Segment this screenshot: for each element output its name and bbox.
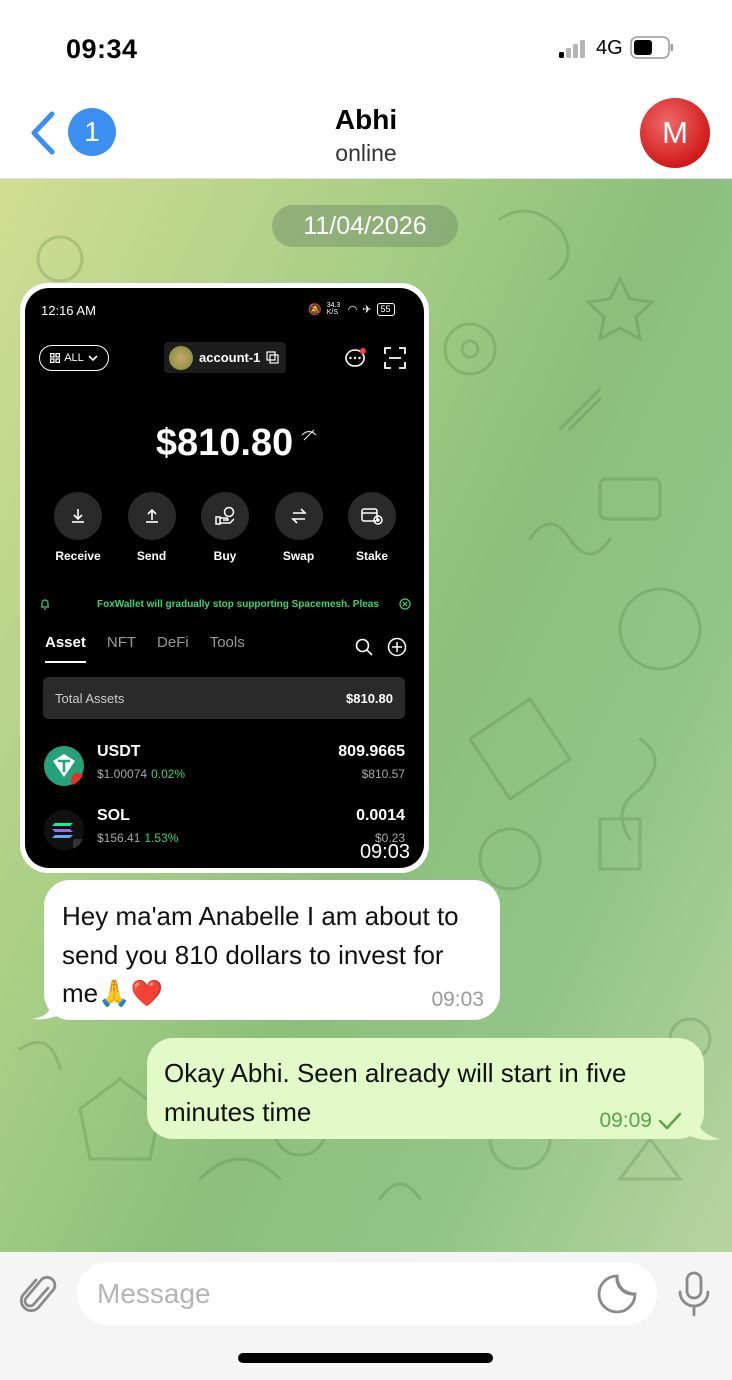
action-label: Buy	[213, 549, 237, 563]
account-avatar	[169, 345, 193, 370]
asset-value: $810.57	[361, 767, 405, 781]
buy-icon	[215, 506, 235, 525]
swap-icon	[290, 508, 307, 524]
action-label: Stake	[355, 549, 389, 563]
screenshot-time: 12:16 AM	[41, 303, 96, 318]
asset-change: 0.02%	[151, 767, 186, 781]
chat-area[interactable]: 11/04/2026 12:16 AM 🔕 34.3 K/S ◠ ✈ 55 AL…	[0, 179, 732, 1252]
action-send: Send	[119, 492, 185, 563]
asset-name: SOL	[97, 807, 130, 824]
message-input-bar	[0, 1252, 732, 1380]
account-name: account-1	[199, 350, 261, 365]
filter-label: ALL	[64, 352, 84, 364]
asset-name: USDT	[97, 743, 141, 760]
airplane-icon: ✈	[362, 303, 372, 316]
upload-icon	[145, 508, 158, 523]
stake-icon	[361, 508, 383, 525]
sticker-icon[interactable]	[596, 1274, 638, 1314]
total-assets-label: Total Assets	[55, 690, 125, 706]
home-indicator	[238, 1353, 493, 1363]
notice-text: FoxWallet will gradually stop supporting…	[97, 598, 379, 610]
chat-header: 1 Abhi online M	[0, 96, 732, 179]
message-time-row: 09:09	[599, 1109, 682, 1133]
eye-off-icon	[301, 429, 317, 441]
asset-price-line: $156.41 1.53%	[97, 831, 178, 845]
message-input[interactable]	[77, 1262, 657, 1325]
wallet-notice: FoxWallet will gradually stop supporting…	[39, 594, 411, 614]
chat-title[interactable]: Abhi	[0, 104, 732, 136]
action-label: Receive	[55, 549, 101, 563]
status-time: 09:34	[66, 34, 138, 64]
action-swap: Swap	[266, 492, 332, 563]
outgoing-message[interactable]: Okay Abhi. Seen already will start in fi…	[147, 1038, 704, 1139]
grid-icon	[50, 353, 61, 363]
paperclip-icon[interactable]	[18, 1270, 58, 1318]
account-pill: account-1	[164, 342, 286, 373]
usdt-icon	[44, 746, 85, 787]
screenshot-status-icons: 🔕 34.3 K/S ◠ ✈ 55	[308, 302, 395, 316]
asset-price: $156.41	[97, 831, 141, 845]
wallet-actions: Receive Send Buy Swap Stake	[45, 492, 405, 563]
asset-price: $1.00074	[97, 767, 148, 781]
asset-price-line: $1.00074 0.02%	[97, 767, 185, 781]
total-assets-row: Total Assets $810.80	[43, 677, 405, 719]
sol-icon	[44, 810, 84, 850]
incoming-message[interactable]: Hey ma'am Anabelle I am about to send yo…	[44, 880, 500, 1020]
chat-status: online	[335, 140, 397, 166]
tab-nft: NFT	[106, 634, 137, 651]
tab-tools: Tools	[209, 634, 245, 651]
battery-icon	[630, 36, 673, 59]
net-speed: 34.3 K/S	[326, 302, 341, 316]
asset-row-sol: SOL $156.41 1.53% 0.0014 $0.23	[43, 807, 405, 855]
action-label: Swap	[282, 549, 315, 563]
photo-message[interactable]: 12:16 AM 🔕 34.3 K/S ◠ ✈ 55 ALL account-1	[20, 283, 429, 873]
microphone-icon[interactable]	[676, 1270, 712, 1318]
signal-icon	[559, 38, 589, 58]
chevron-down-icon	[88, 355, 98, 362]
wifi-icon: ◠	[347, 303, 358, 316]
message-time: 09:03	[359, 841, 410, 863]
status-bar: 09:34 4G	[0, 0, 732, 96]
contact-avatar[interactable]: M	[640, 98, 710, 168]
action-label: Send	[136, 549, 167, 563]
chat-bubble-icon	[345, 348, 366, 367]
mute-bell-icon: 🔕	[308, 303, 322, 316]
action-buy: Buy	[192, 492, 258, 563]
close-circle-icon	[399, 598, 411, 610]
message-time: 09:09	[599, 1109, 652, 1132]
message-text: Hey ma'am Anabelle I am about to send yo…	[62, 901, 459, 1008]
add-circle-icon	[387, 637, 407, 657]
read-check-icon	[658, 1112, 682, 1130]
asset-amount: 809.9665	[338, 743, 405, 760]
tab-asset: Asset	[45, 634, 86, 663]
asset-row-usdt: USDT $1.00074 0.02% 809.9665 $810.57	[43, 743, 405, 791]
date-separator: 11/04/2026	[272, 205, 458, 247]
asset-amount: 0.0014	[356, 807, 405, 824]
screenshot-battery: 55	[376, 302, 395, 316]
tab-defi: DeFi	[157, 634, 189, 651]
wallet-screenshot[interactable]: 12:16 AM 🔕 34.3 K/S ◠ ✈ 55 ALL account-1	[25, 288, 424, 868]
asset-change: 1.53%	[144, 831, 179, 845]
action-receive: Receive	[45, 492, 111, 563]
scan-icon	[384, 347, 406, 369]
wallet-tabs: Asset NFT DeFi Tools	[45, 634, 245, 663]
action-stake: Stake	[339, 492, 405, 563]
download-icon	[72, 509, 84, 523]
search-icon	[355, 638, 373, 656]
wallet-balance: $810.80	[155, 422, 294, 464]
message-time: 09:03	[431, 988, 484, 1011]
copy-icon	[266, 351, 280, 364]
bell-icon	[41, 599, 49, 610]
total-assets-value: $810.80	[346, 690, 393, 706]
filter-all-pill: ALL	[39, 345, 109, 371]
network-label: 4G	[596, 37, 623, 59]
